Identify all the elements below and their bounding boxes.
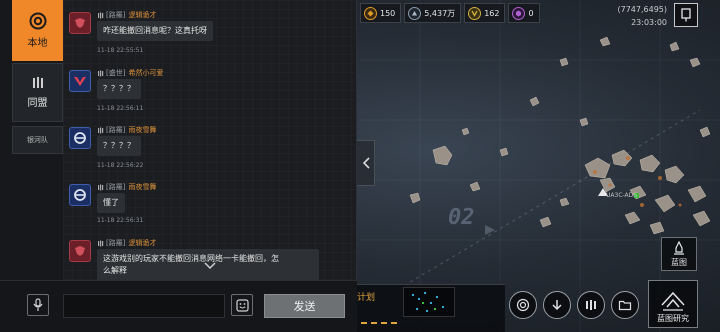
send-button[interactable]: 发送 [264,294,345,318]
rank-icon [98,127,104,133]
tab-galaxy-team-label: 银河队 [27,136,48,144]
chevron-left-icon [362,157,370,169]
tab-alliance-label: 同盟 [27,98,48,109]
progress-track [361,322,401,324]
fuel-icon [364,6,377,20]
crystal-icon [468,6,482,20]
chevron-down-icon[interactable] [204,262,216,270]
folder-button[interactable] [611,291,639,319]
rocket-icon [674,240,684,255]
chat-input-bar: 发送 [0,280,357,332]
unit-label[interactable]: UA3C-ADS [606,192,637,199]
avatar[interactable] [69,12,91,34]
username[interactable]: 逻辑诡才 [128,10,156,20]
plan-panel[interactable]: 计划 [357,284,505,332]
message-bubble: ？？？？ [97,136,141,156]
gas-icon [512,6,526,20]
blueprint-research-button[interactable]: 蓝图研究 [648,280,698,328]
message-header: [路羅] 逻辑诡才 [97,238,156,248]
username[interactable]: 雨夜雪舞 [128,182,156,192]
message-header: [路羅] 雨夜雪舞 [97,125,156,135]
message-bubble: 咋还能撤回消息呢？这真托呀 [97,21,213,41]
resource-value: 5,437万 [424,8,456,18]
rank-icon [98,70,104,76]
avatar[interactable] [69,127,91,149]
alliance-icon [32,77,43,88]
username[interactable]: 逻辑诡才 [128,238,156,248]
server-clock: 23:03:00 [631,18,667,27]
radar-icon [516,298,530,312]
bottom-action-bar [509,291,645,327]
message-header: [路羅] 逻辑诡才 [97,10,156,20]
message-bubble: 懂了 [97,193,125,213]
collapse-chat-button[interactable] [357,140,375,186]
voice-button[interactable] [27,294,49,316]
blueprint-button[interactable]: 蓝图 [661,237,697,271]
down-arrow-icon [552,300,562,311]
message-header: [盛世] 希然小可爱 [97,68,163,78]
avatar[interactable] [69,70,91,92]
emoji-icon [235,298,249,312]
message-time: 11-18 22:56:22 [97,162,144,169]
resource-value: 162 [484,8,500,18]
blueprint-research-label: 蓝图研究 [657,314,689,323]
emblem-icon [74,132,86,144]
message-list[interactable]: [路羅] 逻辑诡才 咋还能撤回消息呢？这真托呀 11-18 22:55:51 [… [63,0,355,280]
plan-label: 计划 [357,293,376,303]
username[interactable]: 雨夜雪舞 [128,125,156,135]
emblem-icon [75,18,85,28]
tab-alliance[interactable]: 同盟 [12,63,63,122]
sector-number-label: 02 [448,205,475,230]
resource-value: 0 [528,8,534,18]
emblem-icon [75,246,85,256]
avatar[interactable] [69,240,91,262]
resource-crystal[interactable]: 162 [464,3,506,23]
map-coordinates[interactable]: (7747,6495) [612,5,667,14]
alliance-tag: [路羅] [106,11,126,19]
message-time: 11-18 22:55:51 [97,47,144,54]
resource-fuel[interactable]: 150 [360,3,402,23]
download-button[interactable] [543,291,571,319]
chat-panel: 本地 同盟 银河队 [路羅] 逻辑诡才 咋还能撤回消息呢？这真托呀 11-18 … [0,0,357,332]
rank-icon [98,184,104,190]
rank-icon [98,240,104,246]
chat-text-input[interactable] [63,294,225,318]
resource-bar: 150 5,437万 162 0 [360,2,543,24]
alliance-tag: [路羅] [106,126,126,134]
bookmark-button[interactable] [674,3,698,27]
flag-icon [681,8,691,22]
emblem-icon [74,77,86,86]
alliance-tag: [盛世] [106,69,126,77]
emoji-button[interactable] [231,294,253,316]
message-time: 11-18 22:56:31 [97,217,144,224]
minimap[interactable] [403,287,455,317]
resource-metal[interactable]: 5,437万 [404,3,462,23]
rank-icon [98,12,104,18]
tab-local-label: 本地 [27,38,48,49]
message-header: [路羅] 雨夜雪舞 [97,182,156,192]
resource-value: 150 [380,8,396,18]
alliance-tag: [路羅] [106,183,126,191]
target-icon [29,12,46,30]
folder-icon [618,300,632,311]
alliance-tag: [路羅] [106,239,126,247]
microphone-icon [33,298,43,311]
avatar[interactable] [69,184,91,206]
blueprint-research-icon [661,291,685,311]
alliance-icon [586,300,596,310]
tab-local[interactable]: 本地 [12,0,63,61]
message-bubble: ？？？？ [97,79,141,99]
alliance-button[interactable] [577,291,605,319]
metal-icon [408,6,422,20]
radar-button[interactable] [509,291,537,319]
emblem-icon [74,189,86,201]
minimap-dots [412,292,444,312]
resource-gas[interactable]: 0 [508,3,540,23]
username[interactable]: 希然小可爱 [128,68,163,78]
chat-channel-tabs: 本地 同盟 银河队 [0,0,63,280]
message-time: 11-18 22:56:11 [97,105,144,112]
blueprint-label: 蓝图 [671,257,687,267]
tab-galaxy-team[interactable]: 银河队 [12,126,63,154]
